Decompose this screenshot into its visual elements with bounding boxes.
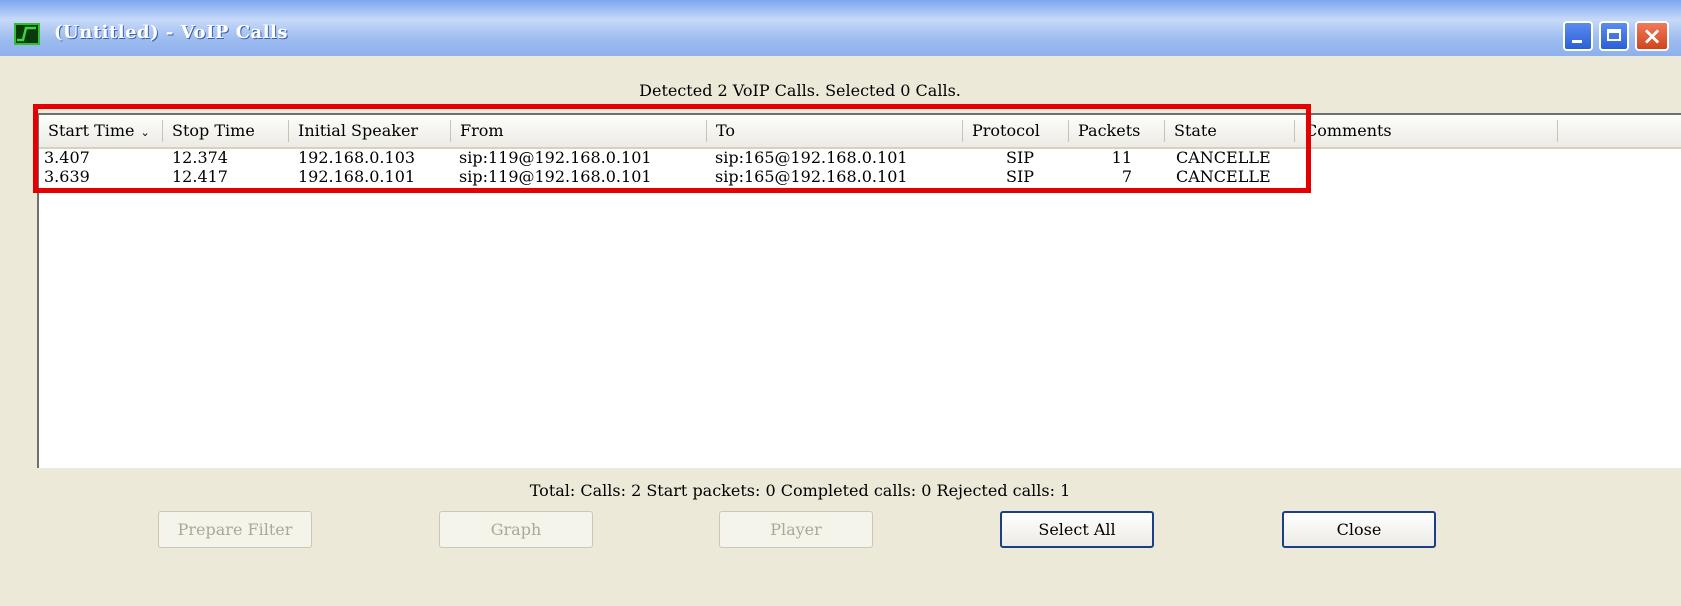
column-divider[interactable] <box>1557 120 1558 142</box>
cell-initial-speaker: 192.168.0.103 <box>298 148 416 167</box>
cell-protocol: SIP <box>1006 167 1035 186</box>
cell-from: sip:119@192.168.0.101 <box>459 148 652 167</box>
graph-button[interactable]: Graph <box>439 511 593 548</box>
cell-start-time: 3.639 <box>44 167 90 186</box>
column-header-comments[interactable]: Comments <box>1295 115 1555 147</box>
close-icon[interactable]: × <box>1635 21 1669 51</box>
column-header-packets[interactable]: Packets <box>1069 115 1165 147</box>
cell-initial-speaker: 192.168.0.101 <box>298 167 416 186</box>
select-all-button[interactable]: Select All <box>1000 511 1154 548</box>
cell-from: sip:119@192.168.0.101 <box>459 167 652 186</box>
cell-protocol: SIP <box>1006 148 1035 167</box>
cell-stop-time: 12.417 <box>172 167 228 186</box>
detected-calls-label: Detected 2 VoIP Calls. Selected 0 Calls. <box>639 81 961 100</box>
minimize-icon[interactable] <box>1563 21 1593 51</box>
cell-state: CANCELLE <box>1176 167 1271 186</box>
cell-state: CANCELLE <box>1176 148 1271 167</box>
cell-stop-time: 12.374 <box>172 148 228 167</box>
window-title: (Untitled) - VoIP Calls <box>54 22 289 43</box>
prepare-filter-button[interactable]: Prepare Filter <box>158 511 312 548</box>
cell-packets: 7 <box>1121 167 1132 186</box>
column-header-start-time[interactable]: Start Time ⌄ <box>39 115 163 147</box>
calls-table[interactable]: Start Time ⌄ Stop Time Initial Speaker Fr… <box>37 113 1681 468</box>
column-header-initial-speaker[interactable]: Initial Speaker <box>289 115 451 147</box>
column-header-to[interactable]: To <box>707 115 963 147</box>
title-bar[interactable]: (Untitled) - VoIP Calls × <box>0 0 1681 56</box>
column-header-from[interactable]: From <box>451 115 707 147</box>
column-header-stop-time[interactable]: Stop Time <box>163 115 289 147</box>
close-button[interactable]: Close <box>1282 511 1436 548</box>
cell-to: sip:165@192.168.0.101 <box>715 148 908 167</box>
column-header-state[interactable]: State <box>1165 115 1295 147</box>
maximize-icon[interactable] <box>1599 21 1629 51</box>
player-button[interactable]: Player <box>719 511 873 548</box>
cell-to: sip:165@192.168.0.101 <box>715 167 908 186</box>
sort-desc-icon: ⌄ <box>140 126 150 139</box>
cell-packets: 11 <box>1111 148 1132 167</box>
column-header-protocol[interactable]: Protocol <box>963 115 1069 147</box>
call-stats-label: Total: Calls: 2 Start packets: 0 Complet… <box>529 481 1071 500</box>
wireshark-icon <box>14 23 40 45</box>
voip-calls-window: (Untitled) - VoIP Calls × Detected 2 VoI… <box>0 0 1681 606</box>
cell-start-time: 3.407 <box>44 148 90 167</box>
table-header: Start Time ⌄ Stop Time Initial Speaker Fr… <box>39 115 1681 149</box>
